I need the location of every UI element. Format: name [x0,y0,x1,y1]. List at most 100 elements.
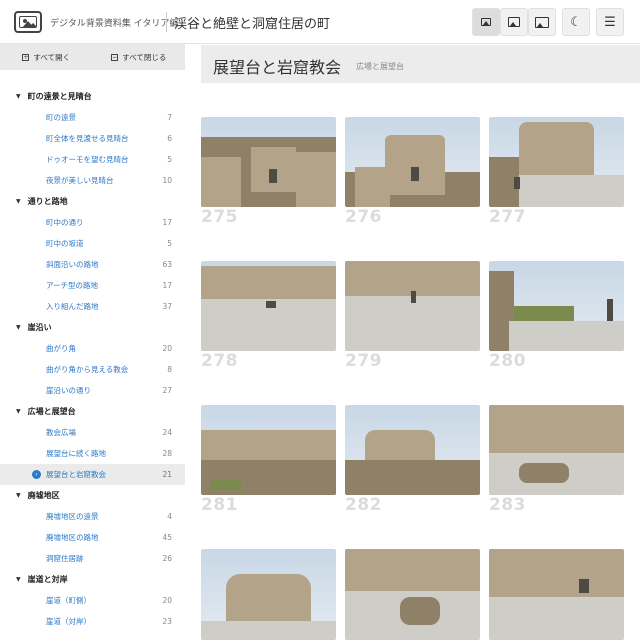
item-count: 17 [162,281,172,290]
collapse-all-label: すべて閉じる [122,52,167,62]
sidebar-item[interactable]: アーチ型の路地 17 [0,275,185,296]
sidebar-item[interactable]: 廃墟地区の遠景 4 [0,506,185,527]
category-label: 廃墟地区 [27,491,60,500]
category-toggle[interactable]: ▼ 町の遠景と見晴台 [0,86,185,107]
sidebar-item[interactable]: 斜面沿いの路地 63 [0,254,185,275]
item-count: 21 [162,470,172,479]
sidebar-item[interactable]: 町中の坂道 5 [0,233,185,254]
site-logo-icon[interactable] [14,11,42,33]
sidebar-item[interactable]: 夜景が美しい見晴台 10 [0,170,185,191]
minus-box-icon: − [111,53,119,61]
photo-thumbnail[interactable] [201,117,336,207]
photo-thumbnail[interactable] [489,405,624,495]
sidebar-item[interactable]: 教会広場 24 [0,422,185,443]
photo-thumbnail[interactable] [345,261,480,351]
photo-thumbnail[interactable] [201,549,336,640]
photo-thumbnail[interactable] [489,549,624,640]
caret-down-icon: ▼ [16,324,21,331]
photo-number: 279 [345,351,382,371]
small-thumbnails-button[interactable] [472,8,500,36]
expand-all-button[interactable]: + すべて開く [0,44,93,70]
site-name[interactable]: デジタル背景資料集 イタリア編 [50,16,178,29]
sidebar-item-label: 斜面沿いの路地 [46,260,99,269]
sidebar-item-label: 廃墟地区の遠景 [46,512,99,521]
sidebar-item[interactable]: ドゥオーモを望む見晴台 5 [0,149,185,170]
item-count: 45 [162,533,172,542]
sidebar-item-label: 町全体を見渡せる見晴台 [46,134,129,143]
section-header: 展望台と岩窟教会 広場と展望台 [201,45,640,83]
item-count: 6 [167,134,172,143]
sidebar-item[interactable]: 廃墟地区の路地 45 [0,527,185,548]
category-toggle[interactable]: ▼ 通りと路地 [0,191,185,212]
photo-thumbnail[interactable] [201,405,336,495]
large-thumbnails-button[interactable] [528,8,556,36]
photo-thumbnail[interactable] [489,261,624,351]
category-toggle[interactable]: ▼ 崖道と対岸 [0,569,185,590]
item-count: 4 [167,512,172,521]
sidebar-item-label: 町中の通り [46,218,84,227]
sidebar-item-label: 曲がり角から見える教会 [46,365,129,374]
sidebar-item-selected[interactable]: › 展望台と岩窟教会 21 [0,464,185,485]
photo-thumbnail[interactable] [201,261,336,351]
photo-thumbnail[interactable] [345,549,480,640]
item-count: 28 [162,449,172,458]
photo-number: 278 [201,351,238,371]
caret-down-icon: ▼ [16,93,21,100]
dark-mode-button[interactable]: ☾ [562,8,590,36]
tree-controls: + すべて開く − すべて閉じる [0,44,185,70]
menu-button[interactable]: ☰ [596,8,624,36]
caret-down-icon: ▼ [16,576,21,583]
item-count: 17 [162,218,172,227]
sidebar-item-label: 崖道（町側） [46,596,91,605]
sidebar-item[interactable]: 曲がり角 20 [0,338,185,359]
sidebar-item-label: 崖道（対岸） [46,617,91,626]
item-count: 7 [167,113,172,122]
sidebar-item[interactable]: 崖道（町側） 20 [0,590,185,611]
header-divider [166,12,167,32]
item-count: 8 [167,365,172,374]
sidebar-item[interactable]: 入り組んだ路地 37 [0,296,185,317]
sidebar: + すべて開く − すべて閉じる ▼ 町の遠景と見晴台 町の遠景 7 町全体を見渡せ… [0,44,185,640]
image-medium-icon [508,17,520,27]
category-toggle[interactable]: ▼ 廃墟地区 [0,485,185,506]
collapse-all-button[interactable]: − すべて閉じる [93,44,186,70]
caret-down-icon: ▼ [16,198,21,205]
category-label: 町の遠景と見晴台 [27,92,92,101]
sidebar-item[interactable]: 洞窟住居跡 26 [0,548,185,569]
app-header: デジタル背景資料集 イタリア編 渓谷と絶壁と洞窟住居の町 ☾ ☰ [0,0,640,44]
sidebar-item-label: 廃墟地区の路地 [46,533,99,542]
sidebar-item-label: 展望台に続く路地 [46,449,106,458]
sidebar-item[interactable]: 町全体を見渡せる見晴台 6 [0,128,185,149]
image-small-icon [481,18,491,26]
menu-icon: ☰ [604,14,616,30]
sidebar-item[interactable]: 曲がり角から見える教会 8 [0,359,185,380]
item-count: 63 [162,260,172,269]
item-count: 27 [162,386,172,395]
medium-thumbnails-button[interactable] [500,8,528,36]
sidebar-item-label: 洞窟住居跡 [46,554,84,563]
photo-number: 282 [345,495,382,515]
sidebar-item[interactable]: 崖道（対岸） 23 [0,611,185,632]
category-toggle[interactable]: ▼ 広場と展望台 [0,401,185,422]
moon-icon: ☾ [570,14,582,30]
sidebar-item[interactable]: 町中の通り 17 [0,212,185,233]
photo-thumbnail[interactable] [345,117,480,207]
caret-down-icon: ▼ [16,492,21,499]
category-toggle[interactable]: ▼ 崖沿い [0,317,185,338]
photo-thumbnail[interactable] [489,117,624,207]
photo-number: 281 [201,495,238,515]
item-count: 10 [162,176,172,185]
sidebar-item[interactable]: 崖沿いの通り 27 [0,380,185,401]
item-count: 20 [162,344,172,353]
sidebar-item[interactable]: 町の遠景 7 [0,107,185,128]
category-label: 通りと路地 [27,197,68,206]
photo-thumbnail[interactable] [345,405,480,495]
category-label: 崖道と対岸 [27,575,68,584]
item-count: 23 [162,617,172,626]
plus-box-icon: + [22,53,30,61]
page-title: 渓谷と絶壁と洞窟住居の町 [174,17,331,32]
sidebar-item-label: 展望台と岩窟教会 [46,470,106,479]
sidebar-item-label: 崖沿いの通り [46,386,91,395]
photo-number: 283 [489,495,526,515]
sidebar-item[interactable]: 展望台に続く路地 28 [0,443,185,464]
